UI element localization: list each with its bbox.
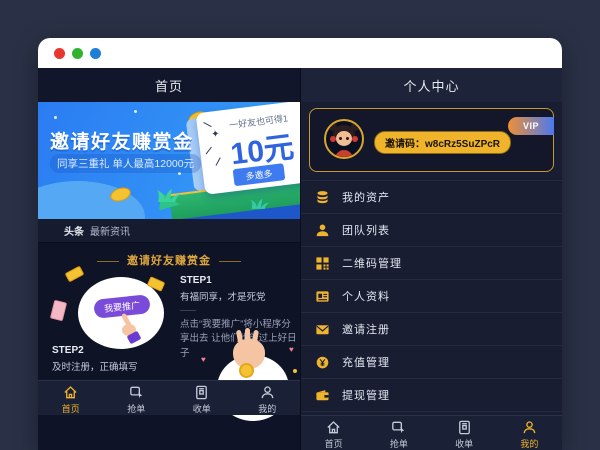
invite-promo-banner[interactable]: 一好友也可得1 ✦ 10元 多邀多 邀请好友赚赏金 同享三重礼 单人最高1200… — [38, 102, 300, 219]
sparkle-dot — [293, 369, 297, 373]
close-window-icon[interactable] — [54, 48, 65, 59]
qrcode-icon — [315, 256, 330, 271]
profile-tab-grab-order[interactable]: 抢单 — [366, 416, 431, 450]
banner-reward-card: 一好友也可得1 ✦ 10元 多邀多 — [196, 102, 300, 195]
tab-label: 首页 — [62, 402, 80, 415]
menu-item-label: 提现管理 — [342, 387, 390, 403]
banner-title: 邀请好友赚赏金 — [50, 127, 194, 154]
grab-order-icon — [128, 384, 145, 401]
step1-label: STEP1 — [180, 275, 300, 286]
heart-icon: ♥ — [201, 355, 206, 364]
minimize-window-icon[interactable] — [72, 48, 83, 59]
menu-item-team[interactable]: 团队列表 — [301, 214, 562, 247]
app-window: 首页 一好友也可得1 — [38, 38, 562, 450]
invite-register-icon — [315, 322, 330, 337]
menu-item-recharge[interactable]: 充值管理 — [301, 346, 562, 379]
profile-panel: 个人中心 邀请码：w8cRz5SuZPcR VIP 我的资产团队列表二维码管理个… — [300, 68, 562, 450]
home-icon — [62, 384, 79, 401]
divider — [180, 310, 196, 311]
menu-item-assets[interactable]: 我的资产 — [301, 181, 562, 214]
profile-icon — [521, 419, 538, 436]
sparkle-mark — [216, 157, 221, 165]
profile-tab-home[interactable]: 首页 — [301, 416, 366, 450]
tab-label: 我的 — [258, 402, 276, 415]
profile-info-icon — [315, 289, 330, 304]
promote-illustration: 我要推广 — [50, 269, 175, 357]
news-ticker[interactable]: 头条 最新资讯 — [38, 219, 300, 243]
menu-item-label: 团队列表 — [342, 222, 390, 238]
tab-label: 抢单 — [127, 402, 145, 415]
star-icon: ✦ — [211, 129, 221, 141]
profile-panel-title: 个人中心 — [301, 68, 562, 102]
home-tabbar: 首页 抢单 收单 我的 — [38, 380, 300, 415]
grass-icon — [156, 188, 182, 202]
menu-item-label: 二维码管理 — [342, 255, 402, 271]
maximize-window-icon[interactable] — [90, 48, 101, 59]
banknote-icon — [50, 300, 67, 322]
grass-icon — [250, 198, 270, 209]
invite-steps-section: 邀请好友赚赏金 我要推广 STEP1 有福同享，才是死党 点击“我要推广”将小程… — [38, 243, 300, 415]
sparkle-mark — [203, 122, 211, 127]
home-panel: 首页 一好友也可得1 — [38, 68, 300, 450]
menu-item-label: 充值管理 — [342, 354, 390, 370]
menu-item-label: 我的资产 — [342, 189, 390, 205]
profile-icon — [259, 384, 276, 401]
tab-label: 收单 — [193, 402, 211, 415]
withdraw-icon — [315, 388, 330, 403]
menu-item-withdraw[interactable]: 提现管理 — [301, 379, 562, 412]
invite-code-pill[interactable]: 邀请码：w8cRz5SuZPcR — [374, 131, 511, 154]
home-tab-profile[interactable]: 我的 — [235, 381, 301, 415]
menu-item-profile-info[interactable]: 个人资料 — [301, 280, 562, 313]
menu-item-label: 邀请注册 — [342, 321, 390, 337]
tab-label: 收单 — [455, 437, 473, 450]
step2-headline: 及时注册，正确填写 — [52, 359, 172, 373]
tab-label: 抢单 — [390, 437, 408, 450]
menu-item-qrcode[interactable]: 二维码管理 — [301, 247, 562, 280]
assets-icon — [315, 190, 330, 205]
banner-dot — [134, 110, 137, 113]
menu-item-invite-register[interactable]: 邀请注册 — [301, 313, 562, 346]
home-icon — [325, 419, 342, 436]
menu-item-label: 个人资料 — [342, 288, 390, 304]
profile-tab-profile[interactable]: 我的 — [497, 416, 562, 450]
recharge-icon — [315, 355, 330, 370]
profile-card: 邀请码：w8cRz5SuZPcR VIP — [309, 108, 554, 172]
heart-icon: ♥ — [289, 345, 294, 354]
gold-coin-icon — [239, 363, 254, 378]
news-text: 最新资讯 — [90, 223, 130, 238]
banner-hill-shape — [38, 181, 145, 219]
banknote-icon — [65, 266, 85, 283]
banner-dot — [54, 116, 57, 119]
tab-label: 我的 — [520, 437, 538, 450]
tab-label: 首页 — [325, 437, 343, 450]
vip-badge: VIP — [508, 117, 554, 135]
home-tab-home[interactable]: 首页 — [38, 381, 104, 415]
step1-headline: 有福同享，才是死党 — [180, 289, 300, 303]
news-tag: 头条 — [64, 223, 84, 238]
team-icon — [315, 223, 330, 238]
home-panel-title: 首页 — [38, 68, 300, 102]
window-titlebar — [38, 38, 562, 68]
profile-tab-receive-order[interactable]: 收单 — [432, 416, 497, 450]
banner-subtitle: 同享三重礼 单人最高12000元 — [50, 154, 201, 173]
step2-label: STEP2 — [52, 345, 172, 356]
profile-tabbar: 首页 抢单 收单 我的 — [301, 415, 562, 450]
profile-menu: 我的资产团队列表二维码管理个人资料邀请注册充值管理提现管理 — [301, 180, 562, 412]
receive-order-icon — [456, 419, 473, 436]
receive-order-icon — [193, 384, 210, 401]
home-tab-grab-order[interactable]: 抢单 — [104, 381, 170, 415]
avatar[interactable] — [324, 119, 364, 159]
grab-order-icon — [390, 419, 407, 436]
sparkle-mark — [206, 147, 212, 155]
home-tab-receive-order[interactable]: 收单 — [169, 381, 235, 415]
